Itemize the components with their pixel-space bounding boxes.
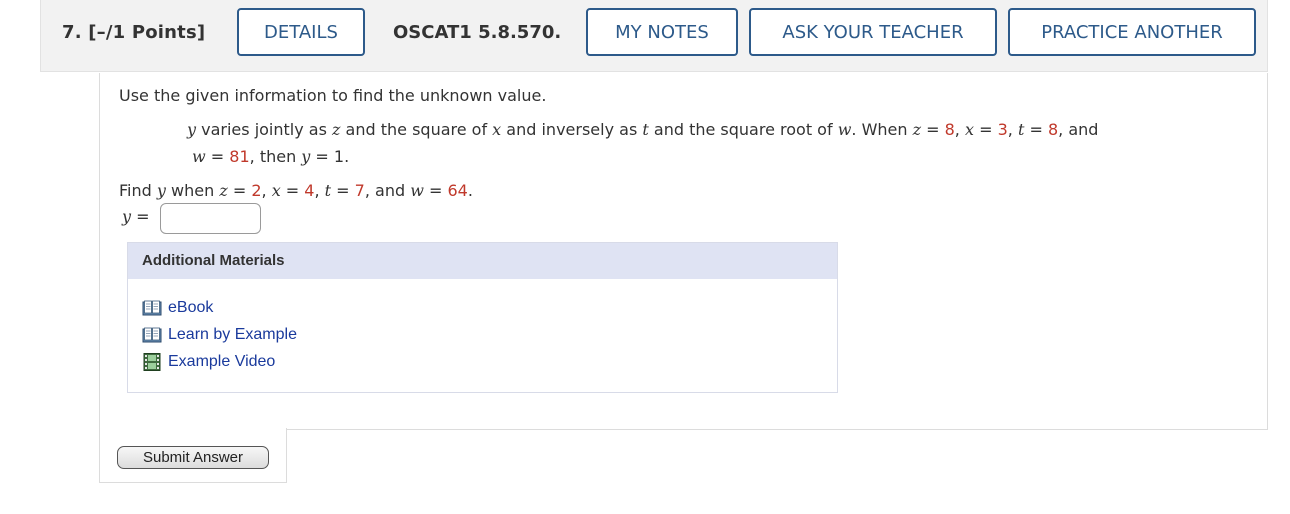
book-icon [142,300,162,316]
my-notes-button[interactable]: MY NOTES [586,8,738,56]
example-video-link[interactable]: Example Video [142,352,275,372]
answer-input[interactable] [160,203,261,234]
problem-statement-line2: w = 81, then y = 1. [192,147,350,166]
find-x-value: 4 [304,181,315,200]
given-x-value: 3 [997,120,1008,139]
problem-statement-line1: y varies jointly as z and the square of … [187,120,1099,139]
question-points: 7. [–/1 Points] [62,22,205,43]
instruction-text: Use the given information to find the un… [119,86,547,105]
book-icon [142,327,162,343]
learn-by-example-label: Learn by Example [168,326,297,343]
ask-your-teacher-button[interactable]: ASK YOUR TEACHER [749,8,997,56]
given-z-value: 8 [944,120,955,139]
problem-code: OSCAT1 5.8.570. [393,22,562,43]
ebook-label: eBook [168,299,214,316]
find-z-value: 2 [251,181,262,200]
find-statement: Find y when z = 2, x = 4, t = 7, and w =… [119,181,473,200]
film-icon [143,353,161,371]
question-header: 7. [–/1 Points] DETAILS OSCAT1 5.8.570. … [40,0,1268,72]
additional-materials-header: Additional Materials [128,243,837,279]
question-number: 7. [62,22,82,43]
answer-label: y = [122,207,150,226]
points-label: [–/1 Points] [88,22,206,43]
details-button[interactable]: DETAILS [237,8,365,56]
practice-another-button[interactable]: PRACTICE ANOTHER [1008,8,1256,56]
example-video-label: Example Video [168,353,276,370]
given-y-value: 1 [333,147,345,166]
ebook-link[interactable]: eBook [142,298,213,318]
additional-materials-title: Additional Materials [142,252,285,269]
given-t-value: 8 [1047,120,1059,139]
given-w-value: 81 [229,147,250,166]
submit-answer-button[interactable]: Submit Answer [117,446,269,469]
find-w-value: 64 [447,181,468,200]
find-t-value: 7 [354,181,365,200]
learn-by-example-link[interactable]: Learn by Example [142,325,297,345]
additional-materials-panel: Additional Materials eBook Learn by Exam… [127,242,838,393]
